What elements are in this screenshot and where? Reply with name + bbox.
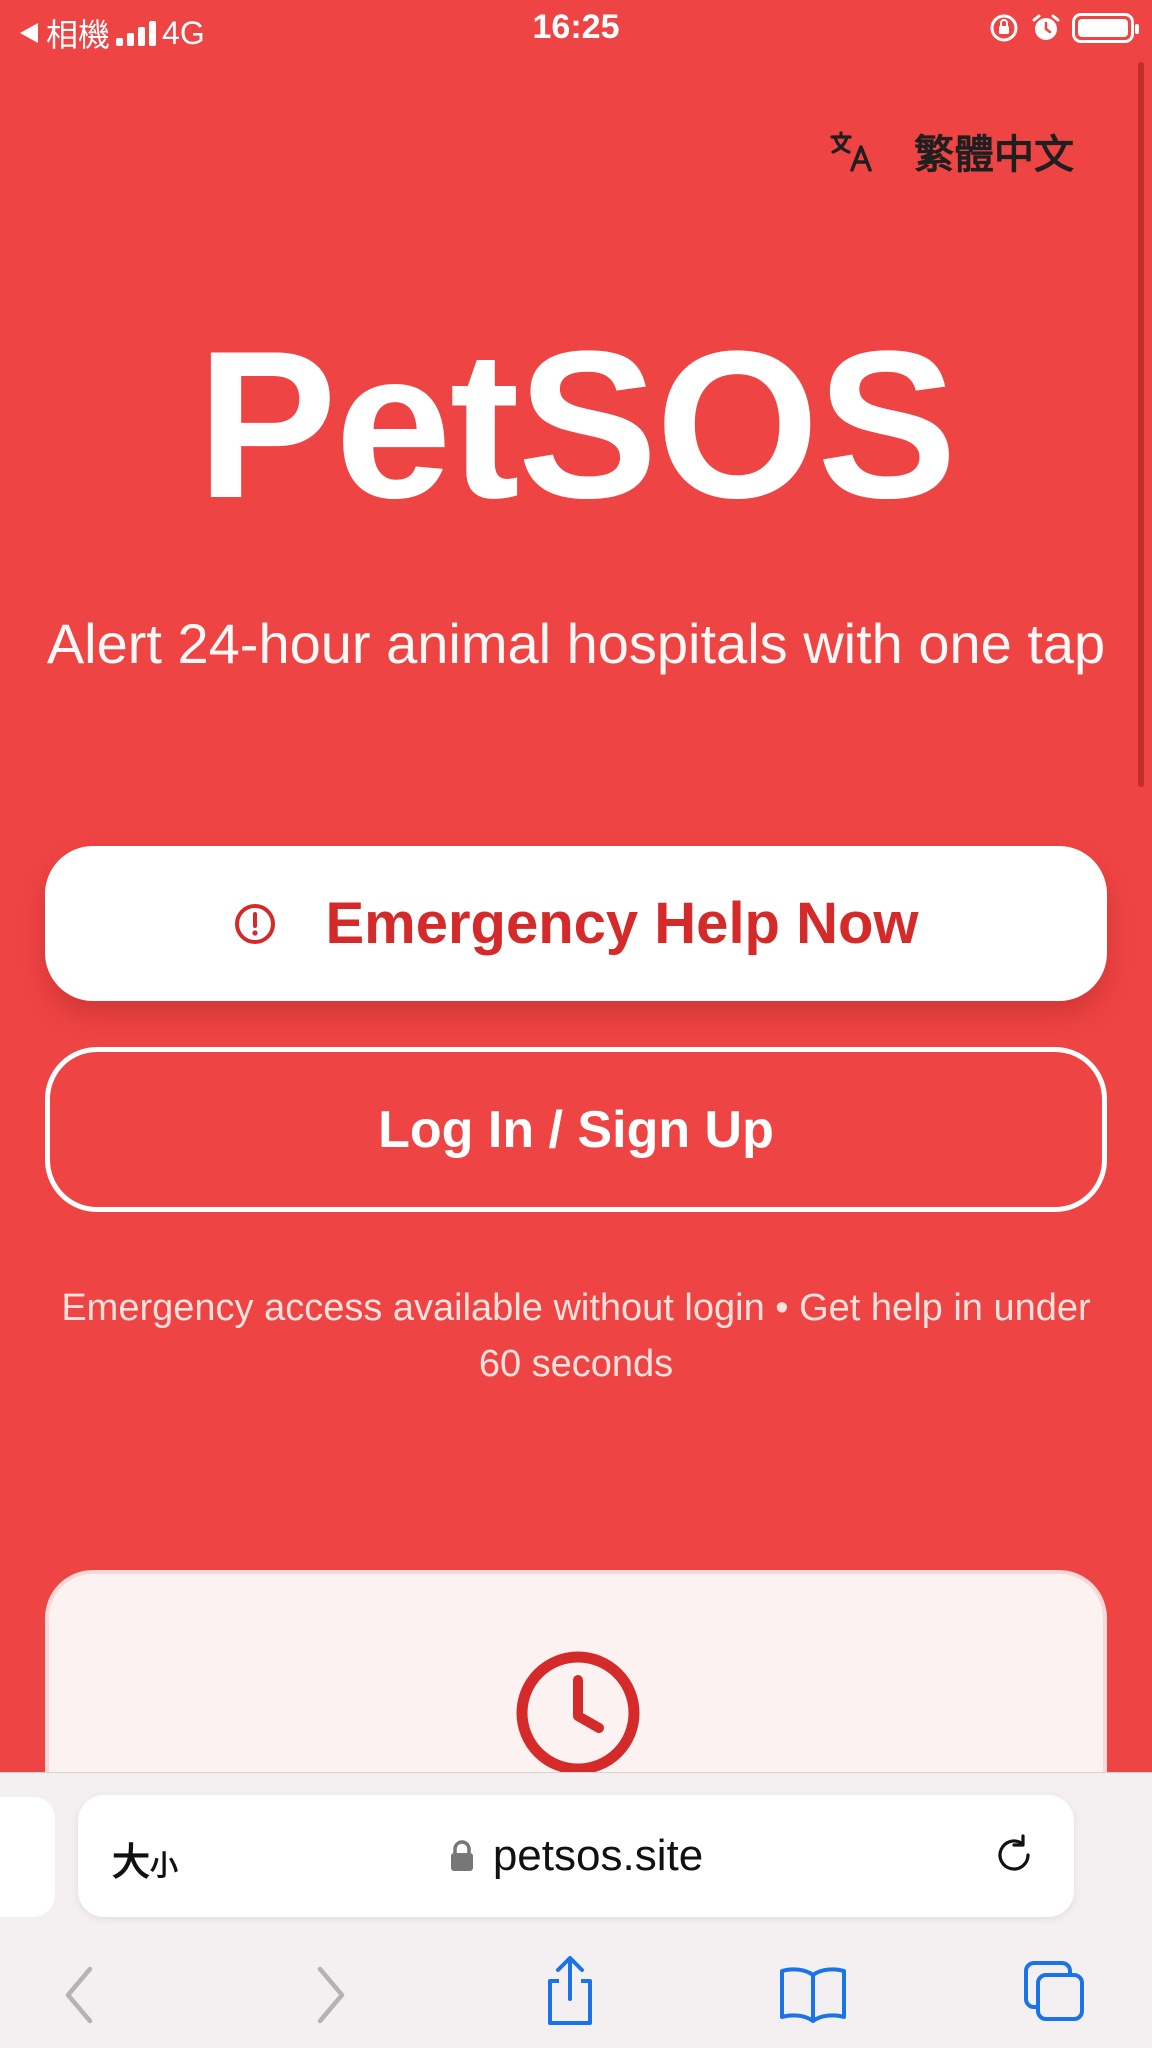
translate-icon [830, 131, 872, 172]
share-icon[interactable] [540, 1955, 600, 2029]
status-right [988, 12, 1139, 44]
alarm-icon [1032, 14, 1060, 40]
status-time: 16:25 [532, 8, 620, 46]
login-signup-label: Log In / Sign Up [378, 1100, 774, 1159]
tagline: Alert 24-hour animal hospitals with one … [46, 612, 1106, 675]
browser-toolbar [0, 1945, 1152, 2045]
emergency-help-button[interactable]: Emergency Help Now [45, 846, 1107, 1001]
clock-icon [516, 1651, 640, 1775]
page: 相機 4G 16:25 繁體中文 PetSOS Alert 24-hour an… [0, 0, 1152, 2048]
chevron-left-icon[interactable] [60, 1963, 100, 2027]
language-label: 繁體中文 [914, 132, 1074, 178]
app-title: PetSOS [196, 307, 957, 542]
login-signup-button[interactable]: Log In / Sign Up [45, 1047, 1107, 1212]
orientation-lock-icon [990, 14, 1018, 42]
url-text: petsos.site [492, 1831, 704, 1880]
url-display[interactable]: petsos.site [78, 1831, 1074, 1881]
language-switch[interactable]: 繁體中文 [828, 122, 1074, 180]
alert-circle-icon [235, 903, 276, 944]
book-icon[interactable] [778, 1963, 848, 2025]
browser-bar: 大小 petsos.site [0, 1772, 1152, 2048]
reload-icon[interactable] [990, 1831, 1038, 1879]
battery-icon [1072, 13, 1139, 43]
chevron-right-icon[interactable] [310, 1963, 350, 2027]
address-bar[interactable]: 大小 petsos.site [78, 1795, 1074, 1917]
status-bar: 相機 4G 16:25 [0, 0, 1152, 58]
tabs-icon[interactable] [1022, 1959, 1088, 2025]
previous-tab-preview[interactable] [0, 1797, 55, 1917]
emergency-help-label: Emergency Help Now [325, 891, 919, 956]
emergency-access-note: Emergency access available without login… [61, 1287, 1091, 1385]
lock-icon [450, 1840, 473, 1871]
